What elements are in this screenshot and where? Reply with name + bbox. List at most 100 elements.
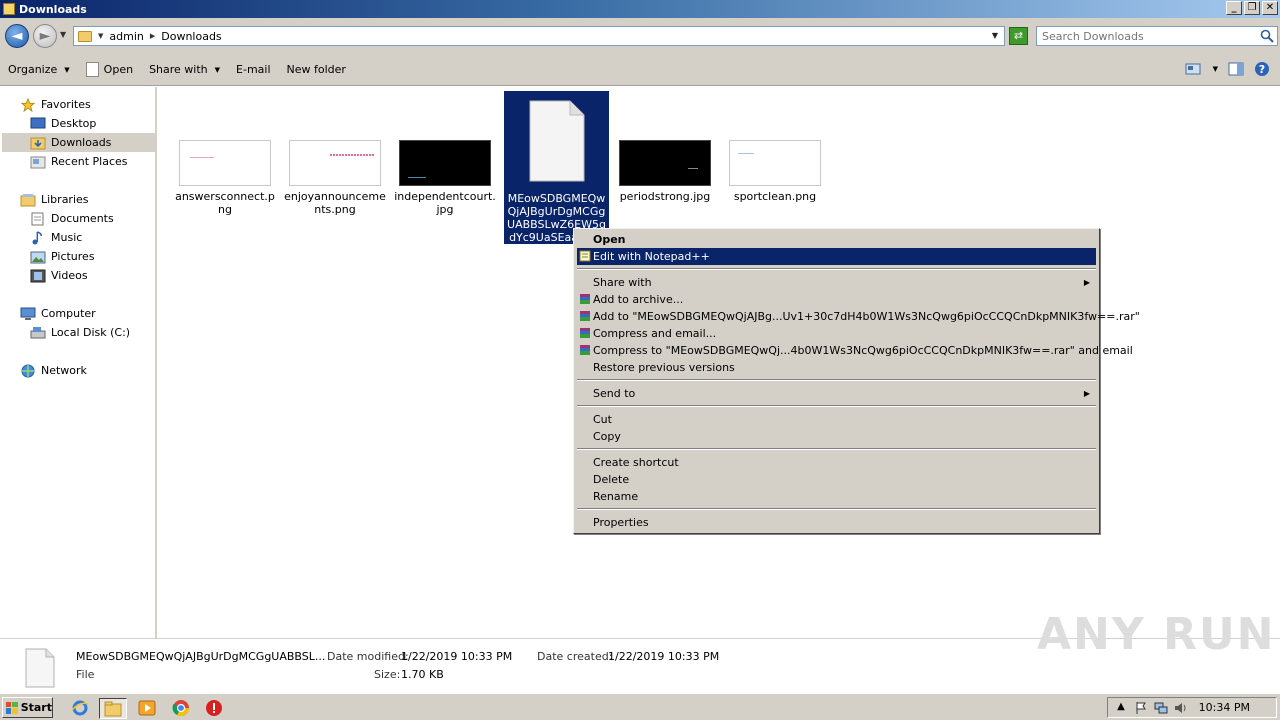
menu-separator xyxy=(577,508,1096,510)
back-button[interactable]: ◄ xyxy=(5,24,29,48)
clock[interactable]: 10:34 PM xyxy=(1199,701,1250,714)
internet-explorer-icon[interactable] xyxy=(70,698,90,718)
menu-item-compress-to-rar-email[interactable]: Compress to "MEowSDBGMEQwQj...4b0W1Ws3Nc… xyxy=(577,342,1133,359)
menu-item-add-to-rar[interactable]: Add to "MEowSDBGMEQwQjAJBg...Uv1+30c7dH4… xyxy=(577,308,1140,325)
file-thumbnail xyxy=(729,140,821,186)
sidebar-label: Desktop xyxy=(51,117,97,130)
sidebar-item-downloads[interactable]: Downloads xyxy=(2,133,155,152)
menu-item-cut[interactable]: Cut xyxy=(577,411,1096,428)
flag-icon[interactable] xyxy=(1134,701,1148,715)
menu-item-delete[interactable]: Delete xyxy=(577,471,1096,488)
sidebar-item-pictures[interactable]: Pictures xyxy=(30,247,95,266)
menu-item-share-with[interactable]: Share with ▶ xyxy=(577,274,1096,291)
file-item[interactable]: sportclean.png xyxy=(724,140,826,203)
chrome-icon[interactable] xyxy=(171,698,191,718)
navigation-pane: Favorites Desktop Downloads Recent Place… xyxy=(0,87,157,638)
videos-icon xyxy=(30,269,46,282)
taskbar: Start ▲ 10:34 PM xyxy=(0,693,1280,720)
sidebar-label: Downloads xyxy=(51,136,112,149)
details-date-modified: 1/22/2019 10:33 PM xyxy=(401,650,513,663)
menu-item-restore-versions[interactable]: Restore previous versions xyxy=(577,359,1096,376)
recent-pages-chevron-icon[interactable]: ▼ xyxy=(60,30,66,39)
shield-app-icon[interactable] xyxy=(204,698,224,718)
menu-label: Add to "MEowSDBGMEQwQjAJBg...Uv1+30c7dH4… xyxy=(593,310,1140,323)
volume-icon[interactable] xyxy=(1174,701,1188,715)
search-icon[interactable] xyxy=(1260,29,1274,43)
downloads-folder-icon xyxy=(30,137,46,149)
change-view-icon[interactable] xyxy=(1185,61,1201,77)
search-input[interactable] xyxy=(1037,27,1252,45)
forward-button[interactable]: ► xyxy=(33,24,57,48)
file-name: sportclean.png xyxy=(733,190,817,203)
email-button[interactable]: E-mail xyxy=(228,58,279,82)
sidebar-label: Pictures xyxy=(51,250,95,263)
file-item[interactable]: enjoyannouncements.png xyxy=(284,140,386,216)
explorer-taskbar-button[interactable] xyxy=(99,698,127,719)
start-button[interactable]: Start xyxy=(2,697,53,718)
details-date-created-label: Date created: xyxy=(537,650,613,663)
winrar-icon xyxy=(580,311,590,321)
address-bar[interactable]: ▼ admin ▶ Downloads ▼ xyxy=(73,26,1005,46)
chevron-right-icon[interactable]: ▶ xyxy=(150,32,155,40)
menu-label: Rename xyxy=(593,490,639,503)
refresh-button[interactable]: ⇄ xyxy=(1009,27,1028,45)
menu-label: Restore previous versions xyxy=(593,361,735,374)
menu-item-rename[interactable]: Rename xyxy=(577,488,1096,505)
menu-item-open[interactable]: Open xyxy=(577,231,1096,248)
chevron-down-icon: ▼ xyxy=(214,65,221,74)
menu-label: Create shortcut xyxy=(593,456,679,469)
breadcrumb-downloads[interactable]: Downloads xyxy=(161,30,221,43)
menu-item-edit-notepadpp[interactable]: Edit with Notepad++ xyxy=(577,248,1096,265)
file-item[interactable]: independentcourt.jpg xyxy=(394,140,496,216)
network-tray-icon[interactable] xyxy=(1154,701,1168,715)
breadcrumb-admin[interactable]: admin xyxy=(109,30,143,43)
menu-separator xyxy=(577,405,1096,407)
menu-label: Delete xyxy=(593,473,630,486)
menu-item-copy[interactable]: Copy xyxy=(577,428,1096,445)
organize-button[interactable]: Organize ▼ xyxy=(0,58,78,82)
search-box[interactable] xyxy=(1036,26,1278,46)
new-folder-button[interactable]: New folder xyxy=(279,58,354,82)
minimize-button[interactable]: _ xyxy=(1226,1,1242,15)
menu-item-send-to[interactable]: Send to ▶ xyxy=(577,385,1096,402)
submenu-arrow-icon: ▶ xyxy=(1083,278,1090,287)
organize-label: Organize xyxy=(8,63,58,76)
sidebar-item-local-disk[interactable]: Local Disk (C:) xyxy=(30,323,130,342)
sidebar-label: Recent Places xyxy=(51,155,128,168)
share-with-label: Share with xyxy=(149,63,208,76)
file-name: periodstrong.jpg xyxy=(619,190,711,203)
sidebar-item-favorites[interactable]: Favorites xyxy=(20,95,91,114)
sidebar-label: Network xyxy=(41,364,87,377)
music-icon xyxy=(32,230,43,244)
menu-item-create-shortcut[interactable]: Create shortcut xyxy=(577,454,1096,471)
address-dropdown-icon[interactable]: ▼ xyxy=(992,31,998,40)
restore-button[interactable]: ❐ xyxy=(1244,1,1260,15)
sidebar-item-computer[interactable]: Computer xyxy=(20,304,96,323)
open-button[interactable]: Open xyxy=(78,58,141,82)
sidebar-label: Libraries xyxy=(41,193,89,206)
file-item-selected[interactable]: MEowSDBGMEQwQjAJBgUrDgMCGgUABBSLwZ6EW5gd… xyxy=(504,91,609,257)
view-options-chevron-icon[interactable]: ▼ xyxy=(1213,65,1218,73)
close-button[interactable]: ✕ xyxy=(1262,1,1278,15)
menu-item-add-archive[interactable]: Add to archive... xyxy=(577,291,1096,308)
winrar-icon xyxy=(580,328,590,338)
preview-pane-icon[interactable] xyxy=(1228,61,1244,77)
sidebar-item-desktop[interactable]: Desktop xyxy=(30,114,96,133)
file-item[interactable]: answersconnect.png xyxy=(174,140,276,216)
file-item[interactable]: periodstrong.jpg xyxy=(614,140,716,203)
sidebar-item-libraries[interactable]: Libraries xyxy=(20,190,89,209)
help-icon[interactable]: ? xyxy=(1254,61,1270,77)
show-hidden-icons-icon[interactable]: ▲ xyxy=(1114,701,1128,715)
chevron-right-icon[interactable]: ▼ xyxy=(98,32,103,40)
share-with-button[interactable]: Share with ▼ xyxy=(141,58,228,82)
sidebar-item-music[interactable]: Music xyxy=(30,228,82,247)
media-player-icon[interactable] xyxy=(137,698,157,718)
generic-file-icon xyxy=(25,648,55,688)
sidebar-item-network[interactable]: Network xyxy=(20,361,87,380)
sidebar-item-recent-places[interactable]: Recent Places xyxy=(30,152,128,171)
sidebar-item-videos[interactable]: Videos xyxy=(30,266,88,285)
menu-item-properties[interactable]: Properties xyxy=(577,514,1096,531)
menu-separator xyxy=(577,379,1096,381)
menu-item-compress-email[interactable]: Compress and email... xyxy=(577,325,1096,342)
sidebar-item-documents[interactable]: Documents xyxy=(30,209,114,228)
